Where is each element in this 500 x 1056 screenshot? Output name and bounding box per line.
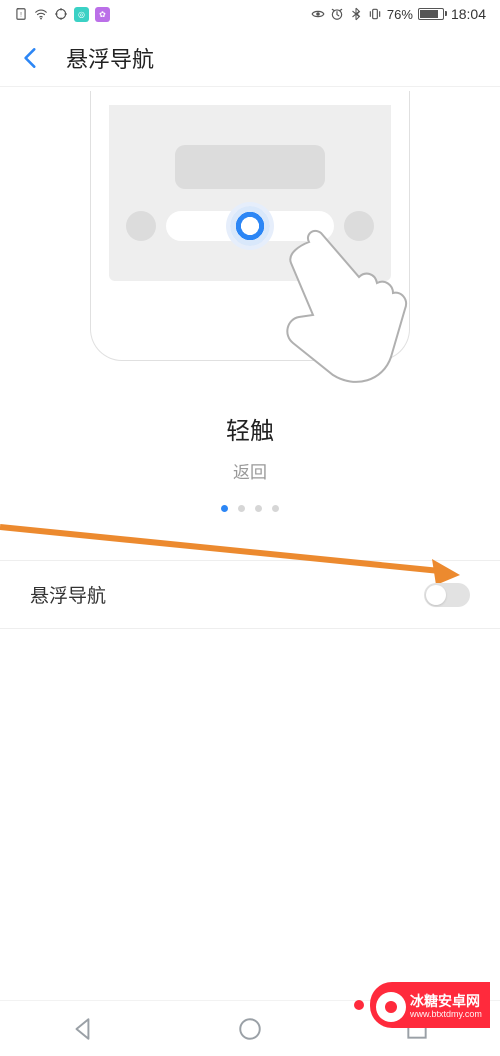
floating-nav-toggle[interactable] (424, 583, 470, 607)
sim-icon: ! (14, 7, 28, 21)
wifi-icon (34, 7, 48, 21)
floating-nav-dot-icon (230, 206, 270, 246)
battery-percent: 76% (387, 7, 413, 22)
vibrate-icon (368, 7, 382, 21)
page-dot-3[interactable] (255, 505, 262, 512)
watermark-bubble: 冰糖安卓网 www.btxtdmy.com (370, 982, 490, 1028)
target-icon (54, 7, 68, 21)
watermark-url: www.btxtdmy.com (410, 1009, 482, 1019)
page-title: 悬浮导航 (66, 42, 154, 74)
svg-text:!: ! (20, 11, 22, 18)
back-icon[interactable] (18, 45, 44, 71)
setting-row-floating-nav: 悬浮导航 (0, 560, 500, 629)
caption-subtitle: 返回 (0, 458, 500, 483)
page-dot-2[interactable] (238, 505, 245, 512)
app-badge-icon-2: ✿ (95, 7, 110, 22)
page-dot-1[interactable] (221, 505, 228, 512)
eye-icon (311, 7, 325, 21)
tutorial-illustration (0, 91, 500, 361)
status-left: ! ◎ ✿ (14, 7, 110, 22)
tutorial-caption: 轻触 返回 (0, 411, 500, 512)
watermark-badge: 冰糖安卓网 www.btxtdmy.com (370, 978, 500, 1034)
watermark-eye-icon (376, 992, 406, 1022)
page-dot-4[interactable] (272, 505, 279, 512)
setting-label: 悬浮导航 (30, 581, 106, 608)
nav-back-icon[interactable] (70, 1016, 96, 1042)
battery-icon (418, 8, 444, 20)
hand-pointer-icon (269, 217, 469, 417)
watermark-dot-icon (354, 1000, 364, 1010)
status-time: 18:04 (451, 6, 486, 22)
app-badge-icon-1: ◎ (74, 7, 89, 22)
toggle-knob (426, 585, 446, 605)
alarm-icon (330, 7, 344, 21)
bluetooth-icon (349, 7, 363, 21)
mock-card (175, 145, 325, 189)
page-header: 悬浮导航 (0, 28, 500, 87)
nav-home-icon[interactable] (237, 1016, 263, 1042)
status-right: 76% 18:04 (311, 6, 486, 22)
phone-frame (90, 91, 410, 361)
status-bar: ! ◎ ✿ 76% 18:04 (0, 0, 500, 28)
mock-dot-left (126, 211, 156, 241)
watermark-name: 冰糖安卓网 (410, 993, 482, 1009)
phone-screen-mock (109, 105, 391, 281)
page-indicator[interactable] (0, 505, 500, 512)
